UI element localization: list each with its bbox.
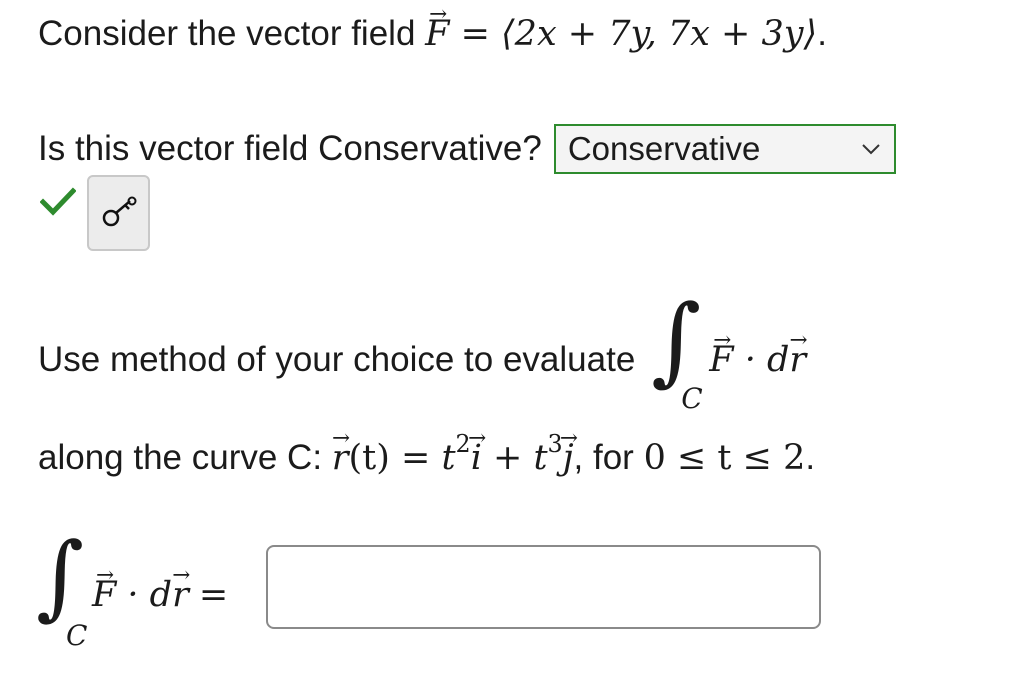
vector-field-statement: Consider the vector field F = ⟨2x + 7y, … [38,14,827,54]
answer-input[interactable] [266,545,821,629]
curve-comma: , for [573,438,644,478]
curve-i: i [471,438,482,478]
evaluate-instruction: Use method of your choice to evaluate ∫ … [38,284,806,420]
statement-suffix: . [817,14,827,53]
answer-equals: = [198,575,229,615]
evaluate-prompt: Use method of your choice to evaluate [38,340,636,379]
field-expression: ⟨2x + 7y, 7x + 3y⟩ [501,14,818,54]
equals-sign: = [449,14,502,54]
curve-definition: along the curve C: r(t) = t2i + t3j, for… [38,430,815,478]
curve-period: . [805,438,816,478]
integrand-F: F [709,340,733,380]
statement-prefix: Consider the vector field [38,14,426,53]
checkmark-icon [40,187,76,216]
select-value: Conservative [567,130,761,167]
answer-integrand-F: F [92,575,116,615]
answer-row: ∫ C F · dr = [36,523,229,655]
curve-range: 0 ≤ t ≤ 2 [643,438,806,479]
curve-prefix: along the curve C: [38,438,332,478]
conservative-question: Is this vector field Conservative? Conse… [38,124,896,174]
answer-integrand-r: r [172,575,189,615]
integrand-dot: · d [733,340,790,380]
line-integral-symbol: ∫ C [651,284,703,415]
field-symbol: F [425,14,449,54]
chevron-down-icon [862,144,880,155]
curve-j: j [563,438,574,478]
answer-integral-symbol: ∫ C [36,523,88,653]
conservative-select[interactable]: Conservative [553,124,896,174]
key-icon [102,196,136,227]
conservative-prompt: Is this vector field Conservative? [38,129,542,168]
integral-subscript: C [681,382,703,415]
curve-eq: = [389,438,442,479]
curve-plus: + [481,438,534,479]
key-button[interactable] [87,175,150,251]
answer-integrand-dot: · d [116,575,173,615]
answer-integral-subscript: C [66,619,88,652]
curve-t2: t [533,438,548,479]
curve-arg: (t) [348,438,390,479]
integrand-r: r [789,340,806,380]
curve-r: r [332,438,349,478]
curve-t1: t [441,438,456,479]
